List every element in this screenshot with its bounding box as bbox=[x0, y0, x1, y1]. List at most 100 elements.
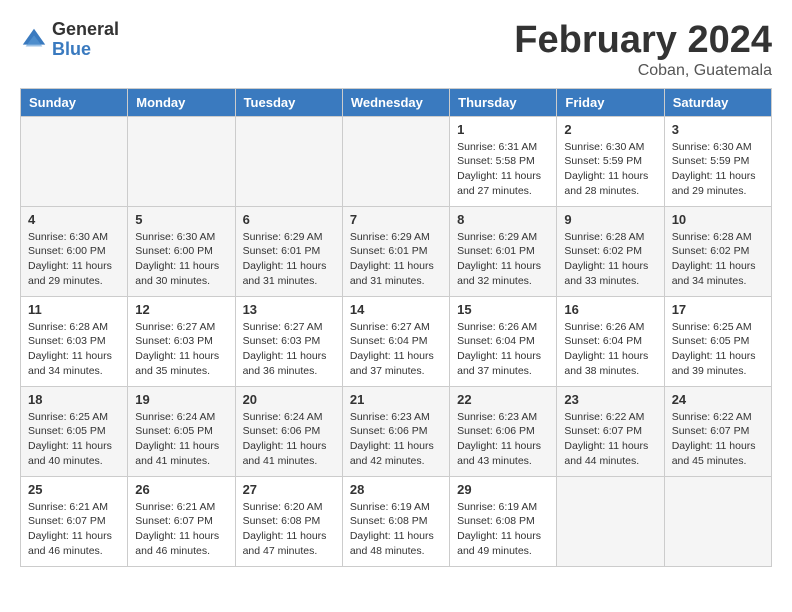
day-number: 16 bbox=[564, 302, 656, 317]
day-info: Sunrise: 6:23 AMSunset: 6:06 PMDaylight:… bbox=[457, 410, 549, 469]
col-sunday: Sunday bbox=[21, 88, 128, 116]
day-info: Sunrise: 6:29 AMSunset: 6:01 PMDaylight:… bbox=[350, 230, 442, 289]
calendar-table: Sunday Monday Tuesday Wednesday Thursday… bbox=[20, 88, 772, 567]
day-info: Sunrise: 6:30 AMSunset: 6:00 PMDaylight:… bbox=[135, 230, 227, 289]
day-number: 14 bbox=[350, 302, 442, 317]
calendar-cell: 19Sunrise: 6:24 AMSunset: 6:05 PMDayligh… bbox=[128, 386, 235, 476]
calendar-cell: 17Sunrise: 6:25 AMSunset: 6:05 PMDayligh… bbox=[664, 296, 771, 386]
col-wednesday: Wednesday bbox=[342, 88, 449, 116]
day-info: Sunrise: 6:26 AMSunset: 6:04 PMDaylight:… bbox=[564, 320, 656, 379]
day-info: Sunrise: 6:29 AMSunset: 6:01 PMDaylight:… bbox=[243, 230, 335, 289]
calendar-cell: 13 Sunrise: 6:27 AMSunset: 6:03 PMDayligh… bbox=[235, 296, 342, 386]
calendar-cell: 26 Sunrise: 6:21 AMSunset: 6:07 PMDayligh… bbox=[128, 476, 235, 566]
calendar-cell: 12 Sunrise: 6:27 AMSunset: 6:03 PMDayligh… bbox=[128, 296, 235, 386]
calendar-cell: 1 Sunrise: 6:31 AMSunset: 5:58 PMDaylight… bbox=[450, 116, 557, 206]
day-number: 12 bbox=[135, 302, 227, 317]
day-info: Sunrise: 6:27 AMSunset: 6:03 PMDaylight:… bbox=[243, 320, 335, 379]
day-number: 7 bbox=[350, 212, 442, 227]
calendar-cell: 21 Sunrise: 6:23 AMSunset: 6:06 PMDayligh… bbox=[342, 386, 449, 476]
day-number: 23 bbox=[564, 392, 656, 407]
day-number: 2 bbox=[564, 122, 656, 137]
day-info: Sunrise: 6:24 AMSunset: 6:06 PMDaylight:… bbox=[243, 410, 335, 469]
calendar-cell: 24Sunrise: 6:22 AMSunset: 6:07 PMDayligh… bbox=[664, 386, 771, 476]
day-number: 13 bbox=[243, 302, 335, 317]
logo-general-text: General bbox=[52, 20, 119, 40]
col-tuesday: Tuesday bbox=[235, 88, 342, 116]
day-info: Sunrise: 6:31 AMSunset: 5:58 PMDaylight:… bbox=[457, 140, 549, 199]
day-info: Sunrise: 6:23 AMSunset: 6:06 PMDaylight:… bbox=[350, 410, 442, 469]
day-number: 21 bbox=[350, 392, 442, 407]
day-info: Sunrise: 6:21 AMSunset: 6:07 PMDaylight:… bbox=[135, 500, 227, 559]
calendar-cell: 14 Sunrise: 6:27 AMSunset: 6:04 PMDayligh… bbox=[342, 296, 449, 386]
day-number: 27 bbox=[243, 482, 335, 497]
day-info: Sunrise: 6:28 AMSunset: 6:02 PMDaylight:… bbox=[564, 230, 656, 289]
day-info: Sunrise: 6:29 AMSunset: 6:01 PMDaylight:… bbox=[457, 230, 549, 289]
calendar-cell bbox=[21, 116, 128, 206]
logo: General Blue bbox=[20, 20, 119, 60]
calendar-cell: 27 Sunrise: 6:20 AMSunset: 6:08 PMDayligh… bbox=[235, 476, 342, 566]
calendar-cell: 25 Sunrise: 6:21 AMSunset: 6:07 PMDayligh… bbox=[21, 476, 128, 566]
calendar-cell bbox=[557, 476, 664, 566]
day-info: Sunrise: 6:25 AMSunset: 6:05 PMDaylight:… bbox=[28, 410, 120, 469]
day-info: Sunrise: 6:22 AMSunset: 6:07 PMDaylight:… bbox=[564, 410, 656, 469]
col-monday: Monday bbox=[128, 88, 235, 116]
calendar-title: February 2024 bbox=[514, 20, 772, 62]
header: General Blue February 2024 Coban, Guatem… bbox=[20, 20, 772, 80]
col-friday: Friday bbox=[557, 88, 664, 116]
day-info: Sunrise: 6:27 AMSunset: 6:03 PMDaylight:… bbox=[135, 320, 227, 379]
calendar-cell: 4 Sunrise: 6:30 AMSunset: 6:00 PMDaylight… bbox=[21, 206, 128, 296]
calendar-cell: 10Sunrise: 6:28 AMSunset: 6:02 PMDayligh… bbox=[664, 206, 771, 296]
day-info: Sunrise: 6:20 AMSunset: 6:08 PMDaylight:… bbox=[243, 500, 335, 559]
day-number: 20 bbox=[243, 392, 335, 407]
day-info: Sunrise: 6:25 AMSunset: 6:05 PMDaylight:… bbox=[672, 320, 764, 379]
calendar-cell: 9 Sunrise: 6:28 AMSunset: 6:02 PMDaylight… bbox=[557, 206, 664, 296]
day-number: 22 bbox=[457, 392, 549, 407]
day-number: 4 bbox=[28, 212, 120, 227]
calendar-cell bbox=[128, 116, 235, 206]
day-number: 29 bbox=[457, 482, 549, 497]
day-info: Sunrise: 6:27 AMSunset: 6:04 PMDaylight:… bbox=[350, 320, 442, 379]
calendar-body: 1 Sunrise: 6:31 AMSunset: 5:58 PMDaylight… bbox=[21, 116, 772, 566]
day-info: Sunrise: 6:30 AMSunset: 5:59 PMDaylight:… bbox=[564, 140, 656, 199]
calendar-cell: 8Sunrise: 6:29 AMSunset: 6:01 PMDaylight… bbox=[450, 206, 557, 296]
calendar-cell: 2 Sunrise: 6:30 AMSunset: 5:59 PMDaylight… bbox=[557, 116, 664, 206]
day-number: 11 bbox=[28, 302, 120, 317]
calendar-cell bbox=[664, 476, 771, 566]
day-info: Sunrise: 6:19 AMSunset: 6:08 PMDaylight:… bbox=[457, 500, 549, 559]
calendar-cell: 28Sunrise: 6:19 AMSunset: 6:08 PMDayligh… bbox=[342, 476, 449, 566]
day-number: 10 bbox=[672, 212, 764, 227]
week-row-5: 25 Sunrise: 6:21 AMSunset: 6:07 PMDayligh… bbox=[21, 476, 772, 566]
day-number: 19 bbox=[135, 392, 227, 407]
day-info: Sunrise: 6:19 AMSunset: 6:08 PMDaylight:… bbox=[350, 500, 442, 559]
logo-text: General Blue bbox=[52, 20, 119, 60]
week-row-3: 11Sunrise: 6:28 AMSunset: 6:03 PMDayligh… bbox=[21, 296, 772, 386]
calendar-cell: 3 Sunrise: 6:30 AMSunset: 5:59 PMDaylight… bbox=[664, 116, 771, 206]
day-number: 15 bbox=[457, 302, 549, 317]
title-block: February 2024 Coban, Guatemala bbox=[514, 20, 772, 80]
calendar-location: Coban, Guatemala bbox=[514, 62, 772, 80]
calendar-cell: 5Sunrise: 6:30 AMSunset: 6:00 PMDaylight… bbox=[128, 206, 235, 296]
col-thursday: Thursday bbox=[450, 88, 557, 116]
day-number: 1 bbox=[457, 122, 549, 137]
day-number: 6 bbox=[243, 212, 335, 227]
calendar-header: Sunday Monday Tuesday Wednesday Thursday… bbox=[21, 88, 772, 116]
day-info: Sunrise: 6:30 AMSunset: 5:59 PMDaylight:… bbox=[672, 140, 764, 199]
calendar-cell: 22 Sunrise: 6:23 AMSunset: 6:06 PMDayligh… bbox=[450, 386, 557, 476]
col-saturday: Saturday bbox=[664, 88, 771, 116]
day-number: 26 bbox=[135, 482, 227, 497]
header-row: Sunday Monday Tuesday Wednesday Thursday… bbox=[21, 88, 772, 116]
calendar-cell bbox=[235, 116, 342, 206]
day-info: Sunrise: 6:21 AMSunset: 6:07 PMDaylight:… bbox=[28, 500, 120, 559]
calendar-cell bbox=[342, 116, 449, 206]
day-number: 25 bbox=[28, 482, 120, 497]
calendar-cell: 6 Sunrise: 6:29 AMSunset: 6:01 PMDaylight… bbox=[235, 206, 342, 296]
week-row-2: 4 Sunrise: 6:30 AMSunset: 6:00 PMDaylight… bbox=[21, 206, 772, 296]
day-number: 3 bbox=[672, 122, 764, 137]
calendar-cell: 11Sunrise: 6:28 AMSunset: 6:03 PMDayligh… bbox=[21, 296, 128, 386]
calendar-cell: 18Sunrise: 6:25 AMSunset: 6:05 PMDayligh… bbox=[21, 386, 128, 476]
week-row-1: 1 Sunrise: 6:31 AMSunset: 5:58 PMDaylight… bbox=[21, 116, 772, 206]
day-info: Sunrise: 6:30 AMSunset: 6:00 PMDaylight:… bbox=[28, 230, 120, 289]
logo-icon bbox=[20, 26, 48, 54]
calendar-cell: 23 Sunrise: 6:22 AMSunset: 6:07 PMDayligh… bbox=[557, 386, 664, 476]
day-number: 9 bbox=[564, 212, 656, 227]
